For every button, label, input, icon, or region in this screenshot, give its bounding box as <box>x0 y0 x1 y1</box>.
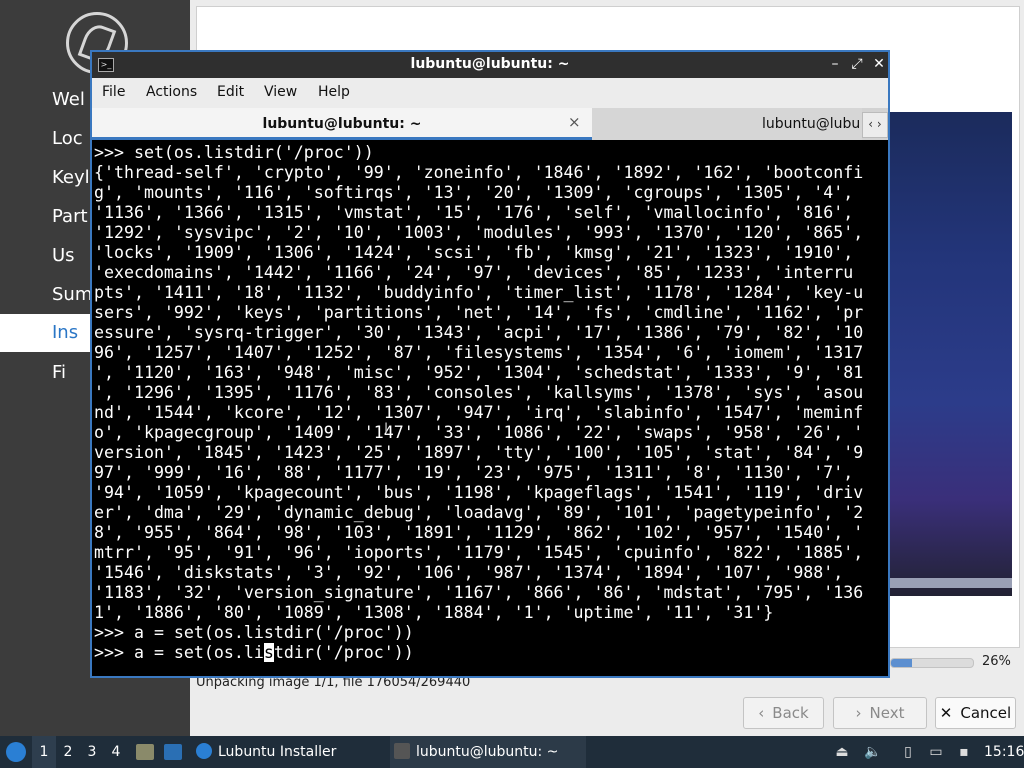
terminal-line: '1183', '32', 'version_signature', '1167… <box>94 583 864 602</box>
text-cursor-icon: I <box>384 421 389 437</box>
network-icon[interactable]: ▭ <box>928 744 944 760</box>
current-line-text-rest: tdir('/proc')) <box>273 643 414 662</box>
install-progress-bar <box>890 658 974 668</box>
back-button-label: Back <box>772 704 809 722</box>
terminal-line: 'locks', '1909', '1306', '1424', 'scsi',… <box>94 243 854 262</box>
volume-icon[interactable]: 🔈 <box>864 744 881 760</box>
chevron-left-icon: ‹ <box>758 704 765 722</box>
terminal-line: 96', '1257', '1407', '1252', '87', 'file… <box>94 343 864 362</box>
menu-edit[interactable]: Edit <box>217 84 244 100</box>
terminal-line: '1292', 'sysvipc', '2', '10', '1003', 'm… <box>94 223 864 242</box>
terminal-task-icon <box>394 743 410 759</box>
terminal-tab-1-label: lubuntu@lubuntu: ~ <box>262 116 422 132</box>
back-button[interactable]: ‹ Back <box>743 697 824 729</box>
menu-actions[interactable]: Actions <box>146 84 197 100</box>
current-line-text: >>> a = set(os.li <box>94 643 264 662</box>
terminal-window[interactable]: >_ lubuntu@lubuntu: ~ – ⤢ ✕ File Actions… <box>90 50 890 678</box>
terminal-line: 'execdomains', '1442', '1166', '24', '97… <box>94 263 854 282</box>
terminal-line: >>> a = set(os.listdir('/proc')) <box>94 623 414 642</box>
terminal-line: version', '1845', '1423', '25', '1897', … <box>94 443 864 462</box>
clipboard-icon[interactable]: ▯ <box>900 744 916 760</box>
terminal-line: '1136', '1366', '1315', 'vmstat', '15', … <box>94 203 854 222</box>
menu-view[interactable]: View <box>264 84 297 100</box>
terminal-line: 8', '955', '864', '98', '103', '1891', '… <box>94 523 864 542</box>
terminal-titlebar[interactable]: >_ lubuntu@lubuntu: ~ – ⤢ ✕ <box>92 52 888 78</box>
terminal-line: '1546', 'diskstats', '3', '92', '106', '… <box>94 563 844 582</box>
close-tab-icon[interactable]: × <box>568 113 581 131</box>
terminal-line: o', 'kpagecgroup', '1409', '147', '33', … <box>94 423 864 442</box>
task-terminal-label: lubuntu@lubuntu: ~ <box>416 744 559 760</box>
terminal-tab-2-label: lubuntu@lubu <box>762 116 861 132</box>
terminal-current-line[interactable]: >>> a = set(os.listdir('/proc')) <box>94 643 414 662</box>
terminal-line: '94', '1059', 'kpagecount', 'bus', '1198… <box>94 483 864 502</box>
terminal-tabbar: lubuntu@lubuntu: ~ × lubuntu@lubu ‹ › <box>92 108 888 140</box>
minimize-button[interactable]: – <box>826 55 844 73</box>
cancel-button[interactable]: ✕ Cancel <box>935 697 1016 729</box>
chevron-right-icon: › <box>855 704 862 722</box>
workspace-1[interactable]: 1 <box>32 736 56 768</box>
terminal-cursor: s <box>263 643 274 662</box>
file-manager-icon[interactable] <box>136 744 154 760</box>
task-terminal[interactable]: lubuntu@lubuntu: ~ <box>390 736 586 768</box>
terminal-line: nd', '1544', 'kcore', '12', '1307', '947… <box>94 403 864 422</box>
task-lubuntu-installer[interactable]: Lubuntu Installer <box>192 736 386 768</box>
terminal-line: ', '1120', '163', '948', 'misc', '952', … <box>94 363 864 382</box>
terminal-line: >>> set(os.listdir('/proc')) <box>94 143 374 162</box>
task-lubuntu-installer-label: Lubuntu Installer <box>218 744 337 760</box>
terminal-tab-2[interactable]: lubuntu@lubu <box>592 108 862 140</box>
eject-icon[interactable]: ⏏ <box>834 744 850 760</box>
terminal-line: pts', '1411', '18', '1132', 'buddyinfo',… <box>94 283 864 302</box>
install-progress-percent: 26% <box>982 654 1011 669</box>
start-menu-icon[interactable] <box>6 742 26 762</box>
clock: 15:16 <box>984 744 1024 760</box>
terminal-tab-1[interactable]: lubuntu@lubuntu: ~ × <box>92 108 592 140</box>
updates-icon[interactable]: ▪ <box>956 744 972 760</box>
terminal-output: >>> set(os.listdir('/proc')) {'thread-se… <box>94 143 863 663</box>
slideshow-image <box>888 112 1012 596</box>
terminal-line: mtrr', '95', '91', '96', 'ioports', '117… <box>94 543 864 562</box>
workspace-2[interactable]: 2 <box>56 736 80 768</box>
tab-scroll-arrows-icon[interactable]: ‹ › <box>862 112 888 138</box>
cancel-icon: ✕ <box>939 704 953 722</box>
maximize-button[interactable]: ⤢ <box>848 55 866 73</box>
terminal-line: g', 'mounts', '116', 'softirqs', '13', '… <box>94 183 854 202</box>
install-progress-fill <box>891 659 913 667</box>
terminal-line: essure', 'sysrq-trigger', '30', '1343', … <box>94 323 864 342</box>
terminal-screen[interactable]: >>> set(os.listdir('/proc')) {'thread-se… <box>92 141 888 676</box>
terminal-line: er', 'dma', '29', 'dynamic_debug', 'load… <box>94 503 864 522</box>
installer-app-icon <box>196 743 212 759</box>
terminal-line: 1', '1886', '80', '1089', '1308', '1884'… <box>94 603 774 622</box>
menu-help[interactable]: Help <box>318 84 350 100</box>
cancel-button-label: Cancel <box>960 704 1012 722</box>
terminal-title: lubuntu@lubuntu: ~ <box>410 56 570 72</box>
workspace-4[interactable]: 4 <box>104 736 128 768</box>
show-desktop-icon[interactable] <box>164 744 182 760</box>
terminal-menubar: File Actions Edit View Help <box>92 78 888 109</box>
terminal-line: sers', '992', 'keys', 'partitions', 'net… <box>94 303 864 322</box>
workspace-3[interactable]: 3 <box>80 736 104 768</box>
terminal-line: ', '1296', '1395', '1176', '83', 'consol… <box>94 383 864 402</box>
terminal-line: 97', '999', '16', '88', '1177', '19', '2… <box>94 463 854 482</box>
menu-file[interactable]: File <box>102 84 125 100</box>
terminal-line: {'thread-self', 'crypto', '99', 'zoneinf… <box>94 163 864 182</box>
taskbar: 1 2 3 4 Lubuntu Installer lubuntu@lubunt… <box>0 736 1024 768</box>
close-window-button[interactable]: ✕ <box>870 55 888 73</box>
next-button-label: Next <box>869 704 905 722</box>
next-button[interactable]: › Next <box>833 697 927 729</box>
